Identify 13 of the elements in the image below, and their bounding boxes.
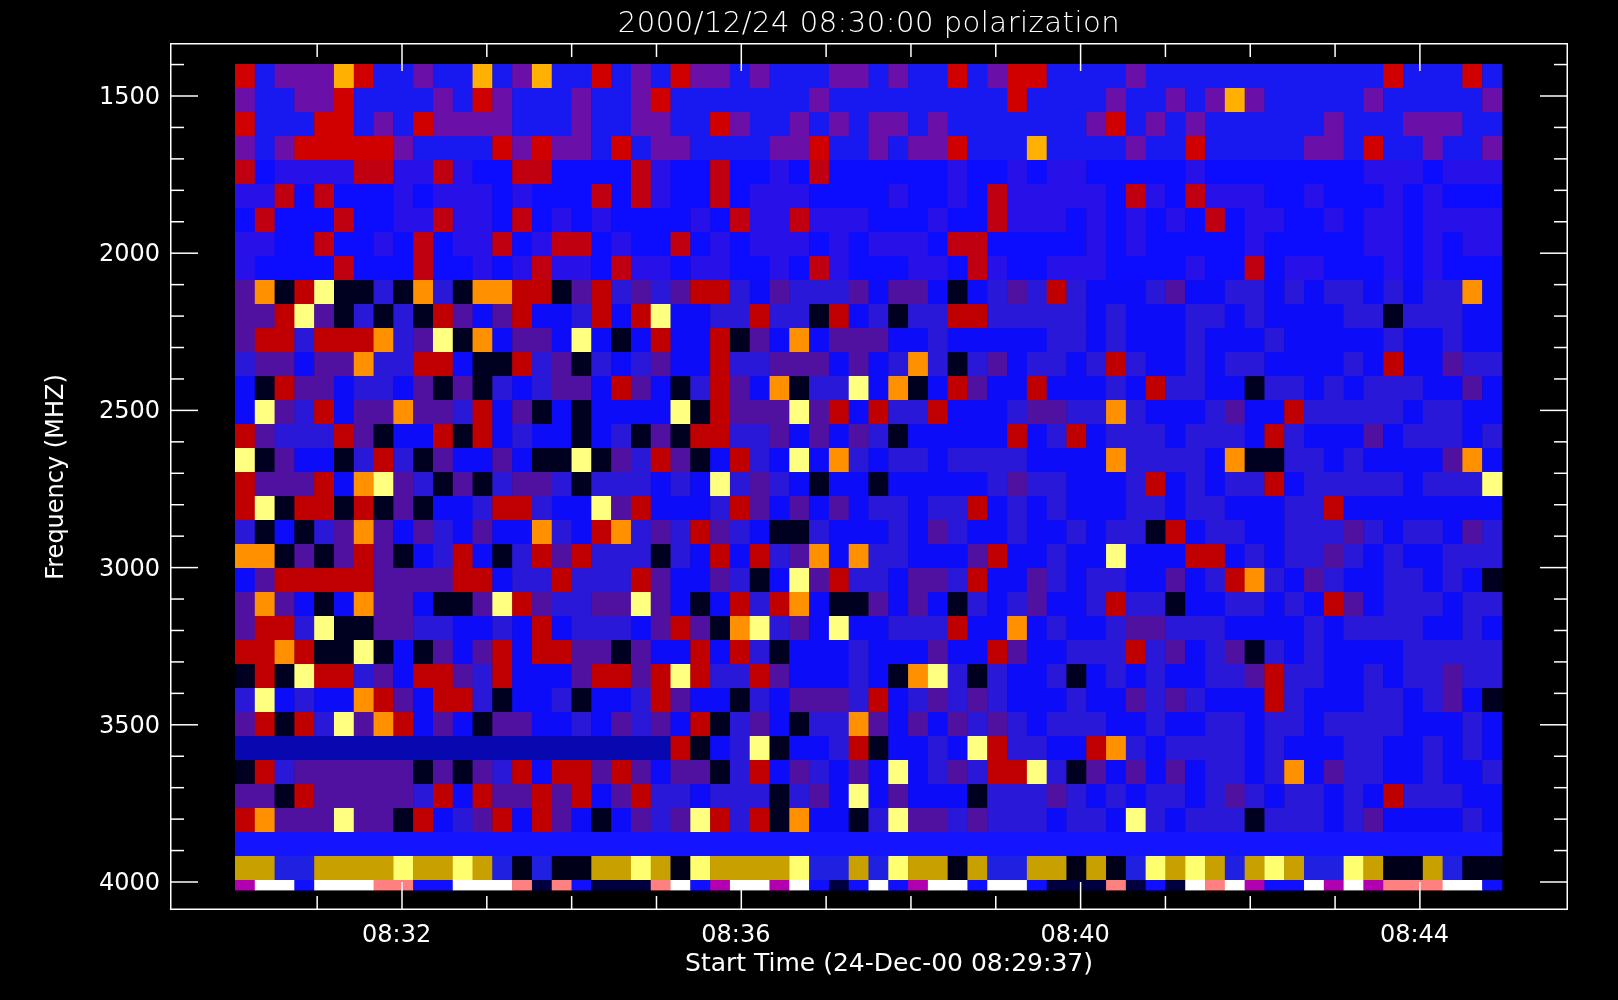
x-tick-label: 08:36 xyxy=(701,922,771,946)
y-tick-label: 3500 xyxy=(98,712,160,737)
y-tick-label: 2500 xyxy=(98,398,160,423)
y-tick-label: 2000 xyxy=(98,241,160,266)
y-tick-label: 4000 xyxy=(98,870,160,894)
x-tick-label: 08:32 xyxy=(362,922,432,946)
y-tick-label: 1500 xyxy=(98,84,160,108)
y-axis-label: Frequency (MHZ) xyxy=(41,373,69,580)
x-axis-label: Start Time (24-Dec-00 08:29:37) xyxy=(685,950,1093,975)
x-tick-label: 08:40 xyxy=(1040,922,1110,946)
y-tick-label: 3000 xyxy=(98,555,160,580)
chart-title: 2000/12/24 08:30:00 polarization xyxy=(617,4,1121,39)
x-tick-label: 08:44 xyxy=(1379,922,1450,946)
